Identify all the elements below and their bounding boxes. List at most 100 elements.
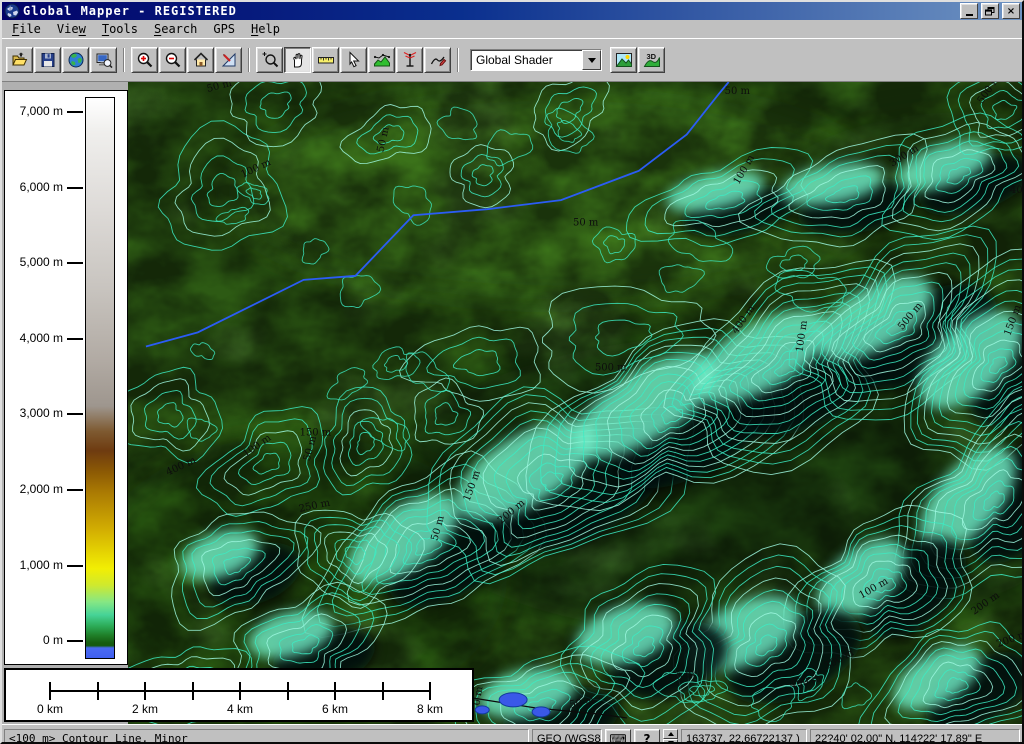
legend-tick-label: 4,000 m bbox=[20, 331, 63, 345]
status-message: <100 m> Contour Line, Minor bbox=[4, 729, 529, 744]
measure-tool-button[interactable] bbox=[312, 47, 339, 73]
ruler-icon bbox=[317, 51, 335, 69]
legend-tick-row: 7,000 m bbox=[5, 104, 83, 120]
window-title: Global Mapper - REGISTERED bbox=[23, 4, 957, 18]
scale-label: 0 km bbox=[20, 702, 80, 716]
main-area: 50 m100 m50 m50 m50 m100 m300 m500 m400 … bbox=[2, 82, 1022, 724]
legend-tick-row: 6,000 m bbox=[5, 180, 83, 196]
pointer-arrow-icon bbox=[345, 51, 363, 69]
scale-tick bbox=[429, 682, 431, 700]
toolbar-separator bbox=[245, 47, 253, 73]
full-extent-button[interactable] bbox=[187, 47, 214, 73]
globe-icon bbox=[67, 51, 85, 69]
close-icon: × bbox=[1007, 6, 1015, 17]
shader-dropdown-value: Global Shader bbox=[476, 53, 553, 67]
scale-bar: 0 km 2 km 4 km 6 km 8 km bbox=[4, 668, 474, 722]
zoom-in-button[interactable] bbox=[131, 47, 158, 73]
file-toolbar-group bbox=[6, 47, 117, 73]
scale-tick bbox=[97, 682, 99, 700]
water-patch bbox=[475, 706, 489, 714]
zoom-toolbar-group bbox=[131, 47, 242, 73]
close-button[interactable]: × bbox=[1002, 3, 1020, 19]
landscape-image-icon bbox=[615, 51, 633, 69]
elevation-legend: 7,000 m6,000 m5,000 m4,000 m3,000 m2,000… bbox=[4, 90, 128, 665]
zoom-tool-icon bbox=[261, 51, 279, 69]
legend-tick-label: 6,000 m bbox=[20, 180, 63, 194]
coordinate-spinner[interactable] bbox=[663, 729, 678, 744]
legend-tick-mark bbox=[67, 565, 83, 567]
3d-view-icon: 3D bbox=[643, 51, 661, 69]
contour-label: 50 m bbox=[725, 86, 751, 97]
menu-view[interactable]: View bbox=[49, 21, 94, 37]
toolbar-separator bbox=[454, 47, 462, 73]
keyboard-icon: ⌨ bbox=[609, 732, 626, 744]
globe-button[interactable] bbox=[62, 47, 89, 73]
digitizer-tool-button[interactable] bbox=[424, 47, 451, 73]
menu-tools[interactable]: Tools bbox=[94, 21, 146, 37]
monitor-magnifier-icon bbox=[95, 51, 113, 69]
view-toolbar-group: 3D bbox=[610, 47, 665, 73]
zoom-tool-button[interactable] bbox=[256, 47, 283, 73]
pen-scribble-icon bbox=[429, 51, 447, 69]
spinner-up-icon[interactable] bbox=[663, 729, 678, 739]
tools-toolbar-group bbox=[256, 47, 451, 73]
title-bar[interactable]: Global Mapper - REGISTERED × bbox=[2, 2, 1022, 20]
menu-help[interactable]: Help bbox=[243, 21, 288, 37]
legend-tick-mark bbox=[67, 187, 83, 189]
legend-tick-mark bbox=[67, 640, 83, 642]
restore-button[interactable] bbox=[981, 3, 999, 19]
path-profile-button[interactable] bbox=[368, 47, 395, 73]
svg-text:3D: 3D bbox=[646, 52, 656, 61]
menu-file[interactable]: File bbox=[4, 21, 49, 37]
elevation-gradient-bar bbox=[85, 97, 115, 659]
scale-label: 2 km bbox=[115, 702, 175, 716]
app-window: Global Mapper - REGISTERED × FileViewToo… bbox=[0, 0, 1024, 744]
contour-label: 150 m bbox=[300, 427, 332, 438]
spinner-down-icon[interactable] bbox=[663, 739, 678, 744]
help-button[interactable]: ? bbox=[634, 729, 660, 744]
hand-icon bbox=[289, 51, 307, 69]
shader-dropdown[interactable]: Global Shader bbox=[470, 49, 602, 71]
minimize-icon bbox=[966, 14, 973, 16]
cursor-latlon: 22?40' 02.00" N, 114?22' 17.89" E bbox=[810, 729, 1020, 744]
menu-search[interactable]: Search bbox=[146, 21, 205, 37]
gps-antenna-icon bbox=[401, 51, 419, 69]
projection-label: GEO (WGS84 bbox=[532, 729, 602, 744]
keyboard-button[interactable]: ⌨ bbox=[605, 729, 631, 744]
minimize-button[interactable] bbox=[960, 3, 978, 19]
legend-tick-row: 1,000 m bbox=[5, 558, 83, 574]
save-button[interactable] bbox=[34, 47, 61, 73]
map-view[interactable]: 50 m100 m50 m50 m50 m100 m300 m500 m400 … bbox=[128, 82, 1022, 724]
select-tool-button[interactable] bbox=[340, 47, 367, 73]
3d-view-button[interactable]: 3D bbox=[638, 47, 665, 73]
shader-dropdown-button[interactable] bbox=[582, 50, 601, 70]
legend-tick-row: 2,000 m bbox=[5, 482, 83, 498]
legend-tick-label: 0 m bbox=[43, 633, 63, 647]
home-icon bbox=[192, 51, 210, 69]
configure-button[interactable] bbox=[215, 47, 242, 73]
scale-label: 8 km bbox=[400, 702, 460, 716]
open-button[interactable] bbox=[6, 47, 33, 73]
legend-tick-mark bbox=[67, 338, 83, 340]
path-profile-icon bbox=[373, 51, 391, 69]
legend-tick-mark bbox=[67, 413, 83, 415]
legend-tick-label: 3,000 m bbox=[20, 406, 63, 420]
legend-tick-label: 2,000 m bbox=[20, 482, 63, 496]
pan-tool-button[interactable] bbox=[284, 47, 311, 73]
gps-button[interactable] bbox=[396, 47, 423, 73]
legend-tick-row: 3,000 m bbox=[5, 406, 83, 422]
toolbar: Global Shader 3D bbox=[2, 38, 1022, 82]
display-options-button[interactable] bbox=[90, 47, 117, 73]
scale-tick bbox=[239, 682, 241, 700]
open-folder-icon bbox=[11, 51, 29, 69]
zoom-out-button[interactable] bbox=[159, 47, 186, 73]
scale-tick bbox=[334, 682, 336, 700]
save-floppy-icon bbox=[39, 51, 57, 69]
scale-label: 6 km bbox=[305, 702, 365, 716]
scale-label: 4 km bbox=[210, 702, 270, 716]
status-bar: <100 m> Contour Line, Minor GEO (WGS84 ⌨… bbox=[2, 724, 1022, 744]
menu-gps[interactable]: GPS bbox=[205, 21, 243, 37]
zoom-out-icon bbox=[164, 51, 182, 69]
restore-icon bbox=[985, 7, 995, 16]
image-swatch-button[interactable] bbox=[610, 47, 637, 73]
